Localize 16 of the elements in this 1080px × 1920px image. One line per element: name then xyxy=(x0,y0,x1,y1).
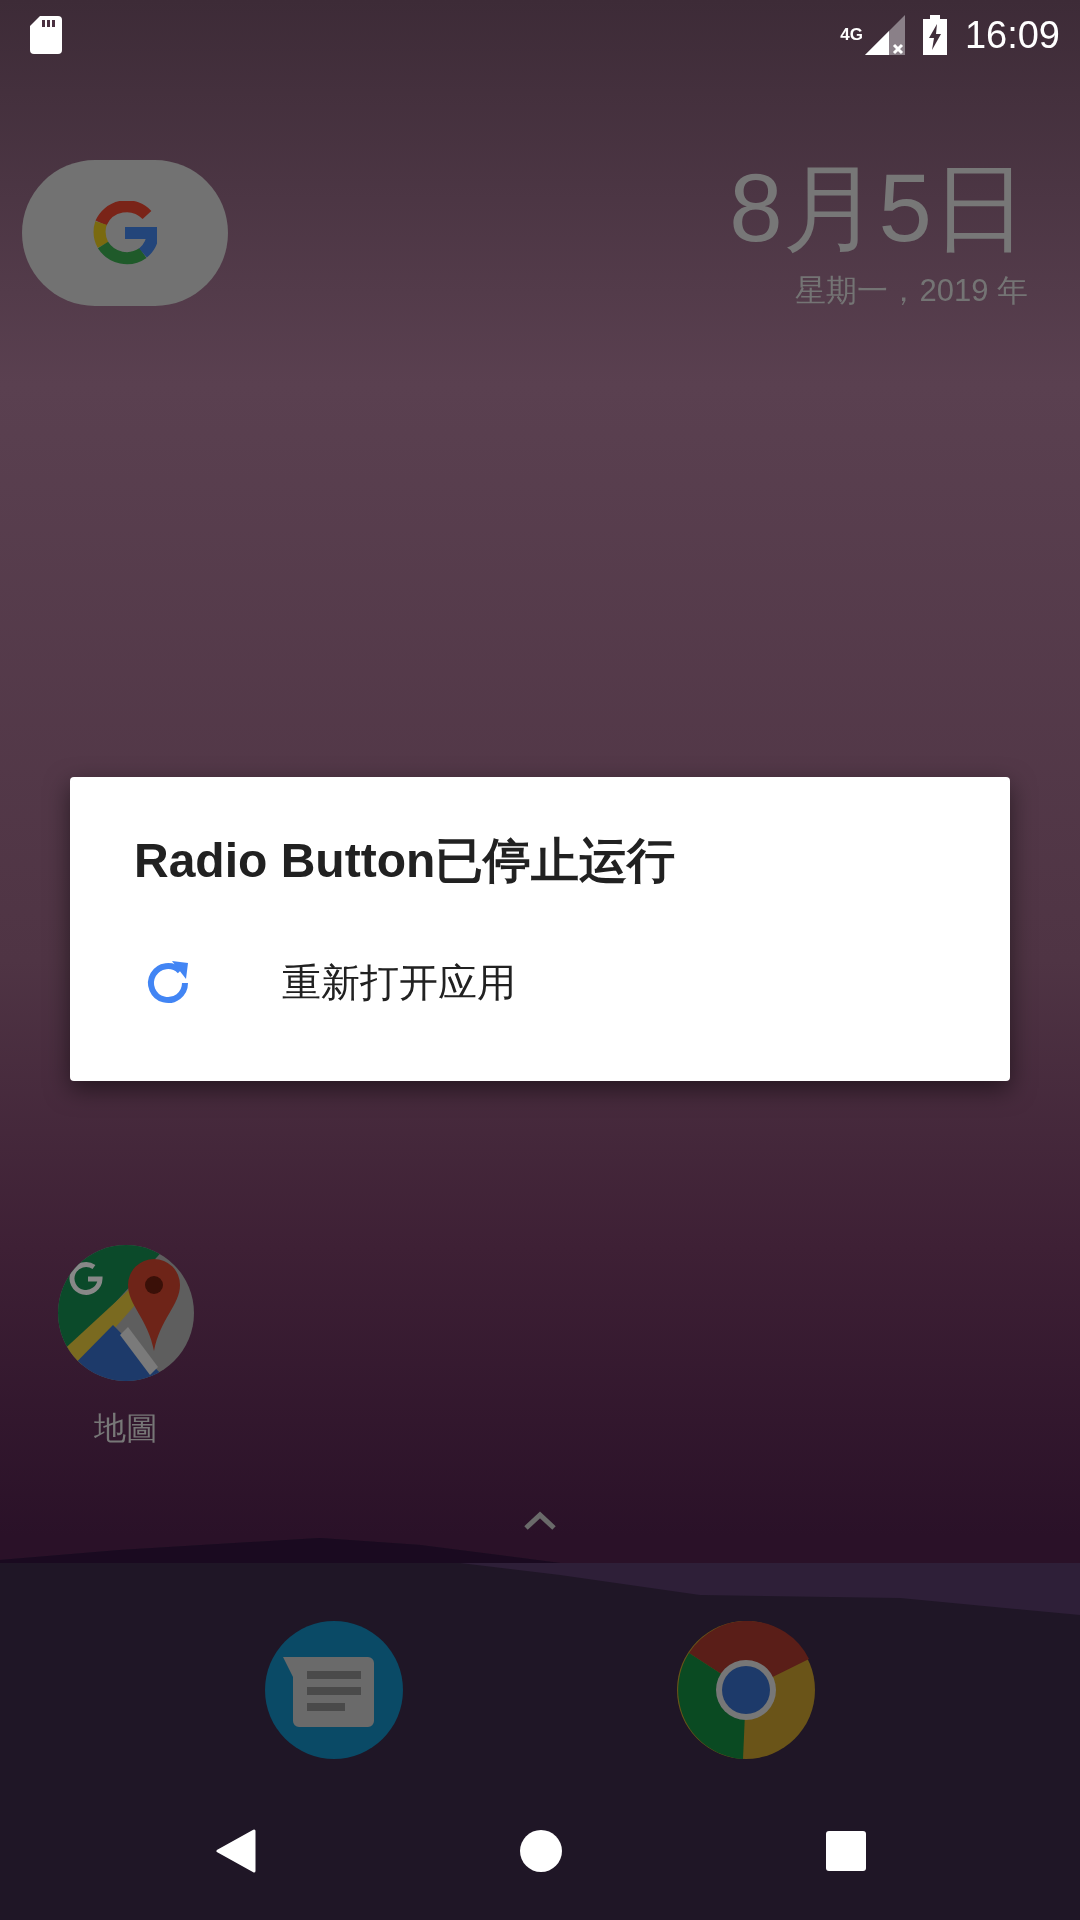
chevron-up-icon[interactable] xyxy=(523,1511,557,1531)
back-icon[interactable] xyxy=(216,1829,256,1873)
messages-app-icon[interactable] xyxy=(265,1621,403,1759)
date-text: 8月5日 xyxy=(729,160,1028,256)
reopen-app-option[interactable]: 重新打开应用 xyxy=(70,933,1010,1033)
home-icon[interactable] xyxy=(520,1830,562,1872)
sd-card-icon xyxy=(30,16,62,54)
chrome-app-icon[interactable] xyxy=(677,1621,815,1759)
network-type: 4G xyxy=(840,25,863,45)
clock-time: 16:09 xyxy=(964,13,1060,57)
dialog-title: Radio Button已停止运行 xyxy=(134,833,677,889)
battery-charging-icon xyxy=(922,15,947,55)
signal-icon xyxy=(864,15,905,55)
google-logo-icon xyxy=(93,201,157,265)
weekday-year-text: 星期一，2019 年 xyxy=(795,272,1028,310)
app-label: 地圖 xyxy=(94,1409,158,1448)
